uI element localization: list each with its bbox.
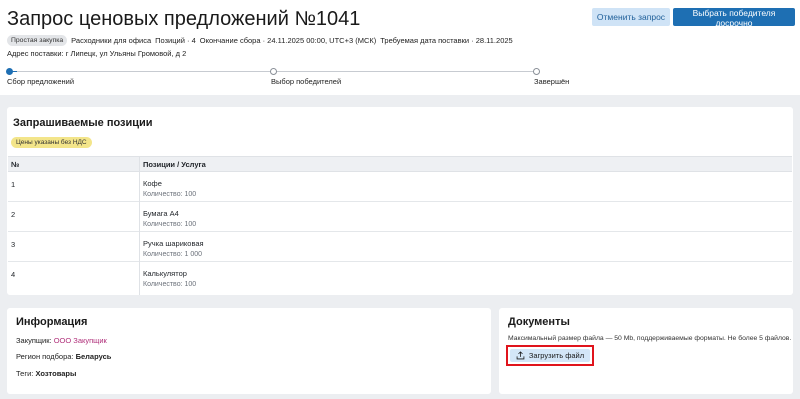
cancel-request-button[interactable]: Отменить запрос xyxy=(592,8,670,26)
step-selecting-dot xyxy=(270,68,277,75)
vat-badge: Цены указаны без НДС xyxy=(11,137,92,148)
col-number: № xyxy=(11,160,20,169)
row-quantity: Количество: 1 000 xyxy=(143,251,202,258)
info-title: Информация xyxy=(16,316,88,328)
step-collecting-dot xyxy=(6,68,13,75)
page-header: Запрос ценовых предложений №1041 Отменит… xyxy=(0,0,800,95)
column-divider xyxy=(139,156,140,295)
tags-label: Теги: xyxy=(16,369,34,378)
documents-title: Документы xyxy=(508,316,570,328)
region-label: Регион подбора: xyxy=(16,352,74,361)
page-title: Запрос ценовых предложений №1041 xyxy=(7,8,361,30)
upload-file-label: Загрузить файл xyxy=(528,351,585,360)
upload-file-button[interactable]: Загрузить файл xyxy=(510,349,590,362)
purchase-type-badge: Простая закупка xyxy=(7,34,68,46)
step-completed-dot xyxy=(533,68,540,75)
customer-link[interactable]: ООО Закупщик xyxy=(54,336,107,345)
row-item-name: Кофе xyxy=(143,179,162,188)
step-completed-label: Завершён xyxy=(534,77,570,86)
col-item: Позиции / Услуга xyxy=(143,160,206,169)
region-value: Беларусь xyxy=(75,352,112,361)
table-header: № Позиции / Услуга xyxy=(8,156,792,172)
step-selecting-label: Выбор победителей xyxy=(271,77,342,86)
upload-icon xyxy=(516,351,525,360)
tags-value: Хозтовары xyxy=(35,369,77,378)
row-number: 4 xyxy=(11,270,16,279)
category-text: Расходники для офиса xyxy=(71,35,152,45)
delivery-address: Адрес поставки: г Липецк, ул Ульяны Гром… xyxy=(7,49,186,58)
row-item-name: Ручка шариковая xyxy=(143,239,204,248)
row-number: 1 xyxy=(11,180,16,189)
upload-highlight-frame: Загрузить файл xyxy=(506,345,594,366)
row-number: 3 xyxy=(11,240,16,249)
row-item-name: Бумага А4 xyxy=(143,209,179,218)
row-number: 2 xyxy=(11,210,16,219)
tags-line: Теги: Хозтовары xyxy=(16,369,76,378)
table-row[interactable]: 2 Бумага А4 Количество: 100 xyxy=(8,202,792,232)
request-meta: Простая закупка Расходники для офиса Поз… xyxy=(7,34,517,46)
delivery-date-text: Требуемая дата поставки · 28.11.2025 xyxy=(380,35,513,45)
row-quantity: Количество: 100 xyxy=(143,191,197,198)
row-quantity: Количество: 100 xyxy=(143,281,197,288)
upload-constraints-note: Максимальный размер файла — 50 Mb, подде… xyxy=(508,335,792,342)
row-quantity: Количество: 100 xyxy=(143,221,197,228)
choose-winner-early-button[interactable]: Выбрать победителя досрочно xyxy=(673,8,795,28)
table-row[interactable]: 1 Кофе Количество: 100 xyxy=(8,172,792,202)
step-collecting-label: Сбор предложений xyxy=(7,77,75,86)
positions-title: Запрашиваемые позиции xyxy=(13,117,153,129)
row-item-name: Калькулятор xyxy=(143,269,187,278)
address-label: Адрес поставки: xyxy=(7,49,64,58)
table-row[interactable]: 4 Калькулятор Количество: 100 xyxy=(8,262,792,292)
positions-count: Позиций · 4 xyxy=(155,35,196,45)
deadline-text: Окончание сбора · 24.11.2025 00:00, UTC+… xyxy=(199,35,377,45)
customer-label: Закупщик: xyxy=(16,336,52,345)
region-line: Регион подбора: Беларусь xyxy=(16,352,111,361)
address-value: г Липецк, ул Ульяны Громовой, д 2 xyxy=(65,49,187,58)
customer-line: Закупщик: ООО Закупщик xyxy=(16,336,107,345)
table-row[interactable]: 3 Ручка шариковая Количество: 1 000 xyxy=(8,232,792,262)
